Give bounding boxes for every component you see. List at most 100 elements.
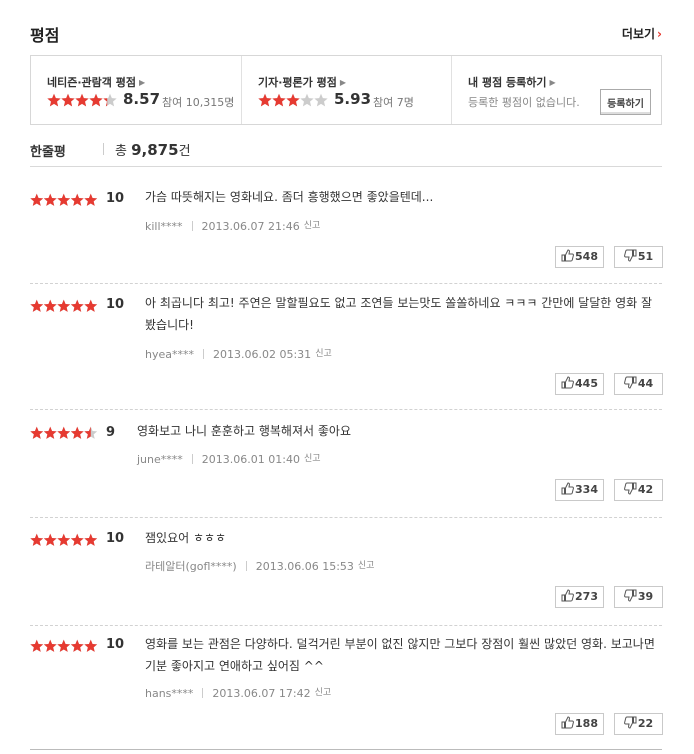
like-button[interactable]: 334	[555, 479, 604, 501]
thumbs-up-icon	[561, 716, 575, 730]
star-filled-icon	[30, 639, 44, 652]
total-prefix: 총	[115, 144, 127, 159]
review-text: 아 최곱니다 최고! 주연은 말할필요도 없고 조연들 보는맛도 쏠쏠하네요 ㅋ…	[145, 296, 653, 332]
review-user[interactable]: 라테알터(gofl****)	[145, 560, 237, 573]
star-filled-icon	[57, 639, 71, 652]
my-rating-desc: 등록한 평점이 없습니다.	[468, 96, 580, 109]
netizen-score: 8.57	[123, 90, 161, 108]
report-link[interactable]: 신고	[315, 349, 332, 359]
review-item: 10 아 최곱니다 최고! 주연은 말할필요도 없고 조연들 보는맛도 쏠쏠하네…	[30, 284, 663, 410]
review-star-rating	[30, 639, 98, 653]
review-item: 10 잼있요어 ㅎㅎㅎ 라테알터(gofl****) 2013.06.06 15:…	[30, 518, 663, 626]
arrow-right-icon: ▶	[138, 78, 146, 87]
my-rating-link[interactable]: 내 평점 등록하기 ▶	[468, 74, 556, 90]
star-filled-icon	[70, 639, 84, 652]
dislike-count: 22	[637, 717, 654, 730]
thumbs-down-icon	[623, 376, 638, 390]
more-label[interactable]: 더보기	[622, 27, 655, 41]
review-text: 영화를 보는 관점은 다양하다. 덜걱거린 부분이 없진 않지만 그보다 장점이…	[145, 637, 655, 673]
netizen-star-rating	[47, 93, 117, 107]
star-rating-graphic	[47, 93, 117, 107]
star-filled-icon	[75, 93, 89, 107]
thumbs-up-icon	[561, 589, 575, 603]
review-user[interactable]: june****	[137, 453, 183, 466]
like-count: 273	[575, 590, 598, 603]
dislike-button[interactable]: 44	[614, 373, 663, 395]
total-count: 9,875	[131, 141, 179, 159]
report-link[interactable]: 신고	[304, 454, 321, 464]
star-filled-icon	[70, 533, 84, 546]
thumbs-down-icon	[623, 249, 638, 263]
star-filled-icon	[43, 299, 57, 312]
my-rating-label[interactable]: 내 평점 등록하기	[468, 76, 547, 89]
arrow-right-icon: ▶	[339, 78, 347, 87]
thumbs-up-icon	[561, 249, 575, 263]
total-suffix: 건	[178, 144, 191, 159]
critic-rating-label[interactable]: 기자·평론가 평점	[258, 76, 337, 89]
report-link[interactable]: 신고	[315, 688, 332, 698]
star-rating-graphic	[258, 93, 328, 107]
netizen-rating-label[interactable]: 네티즌·관람객 평점	[47, 76, 136, 89]
divider	[191, 454, 193, 464]
star-filled-icon	[70, 426, 84, 439]
review-item: 9 영화보고 나니 훈훈하고 행복해져서 좋아요 june**** 2013.06…	[30, 410, 663, 518]
dislike-button[interactable]: 39	[614, 586, 663, 608]
dislike-count: 44	[637, 377, 654, 390]
star-filled-icon	[47, 93, 61, 107]
dislike-button[interactable]: 22	[614, 713, 663, 735]
review-star-rating	[30, 299, 98, 313]
dislike-button[interactable]: 51	[614, 246, 663, 268]
star-rating-graphic	[30, 193, 98, 206]
review-text: 잼있요어 ㅎㅎㅎ	[145, 531, 227, 545]
review-star-rating	[30, 193, 98, 207]
divider	[245, 561, 247, 571]
review-score: 9	[106, 425, 116, 440]
divider	[191, 221, 193, 231]
star-filled-icon	[84, 639, 98, 652]
more-link[interactable]: 더보기 ›	[622, 25, 662, 42]
star-filled-icon	[43, 639, 57, 652]
my-rating: 내 평점 등록하기 ▶ 등록한 평점이 없습니다. 등록하기	[451, 56, 661, 124]
star-filled-icon	[30, 193, 44, 206]
arrow-right-icon: ▶	[549, 78, 556, 87]
star-filled-icon	[57, 193, 71, 206]
star-filled-icon	[30, 533, 44, 546]
dislike-button[interactable]: 42	[614, 479, 663, 501]
register-rating-button[interactable]: 등록하기	[600, 89, 651, 115]
review-meta: 라테알터(gofl****) 2013.06.06 15:53 신고	[145, 558, 374, 574]
review-meta: kill**** 2013.06.07 21:46 신고	[145, 218, 320, 233]
netizen-rating: 네티즌·관람객 평점 ▶ 8.57 참여 10,315명	[31, 56, 241, 124]
review-item: 10 가슴 따뜻해지는 영화네요. 좀더 흥행했으면 좋았을텐데... kill…	[30, 168, 663, 284]
review-date: 2013.06.07 17:42	[212, 687, 311, 700]
star-filled-icon	[286, 93, 300, 107]
review-date: 2013.06.01 01:40	[201, 453, 300, 466]
review-item: 10 영화를 보는 관점은 다양하다. 덜걱거린 부분이 없진 않지만 그보다 …	[30, 626, 663, 750]
dislike-count: 42	[637, 483, 654, 496]
divider	[103, 143, 104, 155]
critic-count: 참여 7명	[373, 96, 414, 109]
review-score: 10	[106, 297, 125, 312]
like-button[interactable]: 445	[555, 373, 604, 395]
review-user[interactable]: hyea****	[145, 348, 194, 361]
star-rating-graphic	[30, 533, 98, 546]
netizen-rating-link[interactable]: 네티즌·관람객 평점 ▶	[47, 74, 145, 90]
star-filled-icon	[43, 193, 57, 206]
rating-header: 평점 더보기 ›	[30, 22, 662, 45]
thumbs-down-icon	[623, 716, 638, 730]
critic-rating: 기자·평론가 평점 ▶ 5.93 참여 7명	[241, 56, 451, 124]
critic-rating-link[interactable]: 기자·평론가 평점 ▶	[258, 74, 346, 90]
thumbs-down-icon	[623, 482, 638, 496]
star-rating-graphic	[30, 639, 98, 652]
like-button[interactable]: 188	[555, 713, 604, 735]
report-link[interactable]: 신고	[304, 221, 321, 231]
review-user[interactable]: hans****	[145, 687, 193, 700]
review-user[interactable]: kill****	[145, 220, 183, 233]
thumbs-down-icon	[623, 589, 638, 603]
review-star-rating	[30, 533, 98, 547]
like-button[interactable]: 548	[555, 246, 604, 268]
report-link[interactable]: 신고	[358, 561, 375, 571]
like-button[interactable]: 273	[555, 586, 604, 608]
critic-score: 5.93	[334, 90, 372, 108]
star-filled-icon	[258, 93, 272, 107]
review-total: 총 9,875건	[115, 140, 191, 159]
